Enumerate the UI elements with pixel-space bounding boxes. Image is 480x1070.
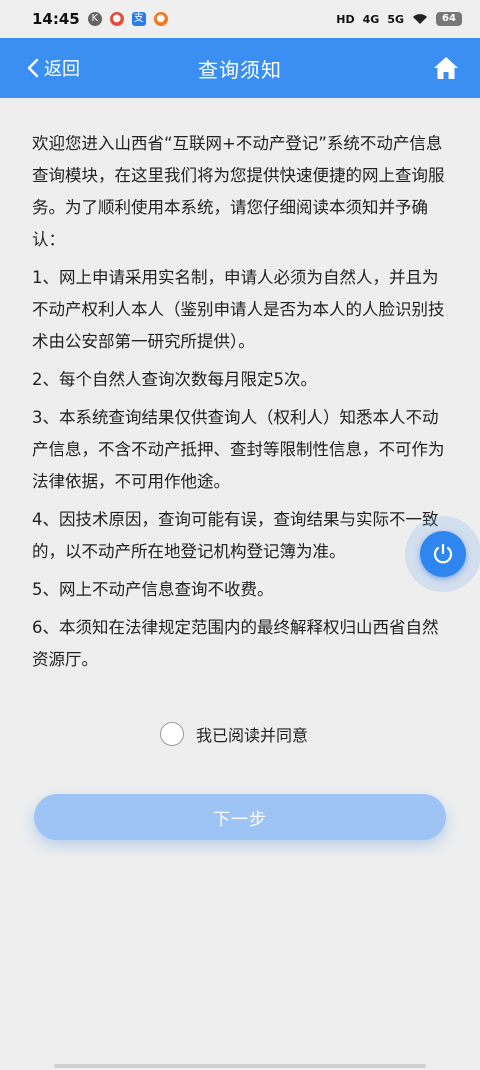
status-bar-left: 14:45 K ● 支 ● [32,10,168,28]
notice-item-2: 2、每个自然人查询次数每月限定5次。 [32,370,317,389]
floating-power-button[interactable] [405,516,480,592]
floating-button-core [420,531,466,577]
status-bar: 14:45 K ● 支 ● HD 4G 5G 64 [0,0,480,38]
weibo-icon: ● [109,12,124,26]
agreement-radio[interactable] [160,722,184,746]
notice-content: 欢迎您进入山西省“互联网+不动产登记”系统不动产信息查询模块，在这里我们将为您提… [32,128,452,682]
notice-item-3: 3、本系统查询结果仅供查询人（权利人）知悉本人不动产信息，不含不动产抵押、查封等… [32,408,445,491]
chevron-left-icon [27,58,39,78]
signal-4g-icon: 4G [362,12,380,26]
notification-k-icon: K [87,12,102,26]
power-icon [433,543,453,564]
page-title: 查询须知 [198,57,282,82]
app-notification-icon: ● [153,12,168,26]
home-icon[interactable] [432,54,460,82]
agreement-label: 我已阅读并同意 [196,726,309,745]
status-bar-right: HD 4G 5G 64 [336,12,462,26]
battery-icon: 64 [436,12,462,26]
hd-icon: HD [336,12,355,26]
notice-item-6: 6、本须知在法律规定范围内的最终解释权归山西省自然资源厅。 [32,618,439,669]
notice-item-4: 4、因技术原因，查询可能有误，查询结果与实际不一致的，以不动产所在地登记机构登记… [32,510,439,561]
notice-item-1: 1、网上申请采用实名制，申请人必须为自然人，并且为不动产权利人本人（鉴别申请人是… [32,268,445,351]
nav-bar: 返回 查询须知 [0,38,480,98]
agreement-checkbox-row[interactable]: 我已阅读并同意 [160,722,308,746]
next-step-button[interactable]: 下一步 [34,794,446,840]
notice-intro: 欢迎您进入山西省“互联网+不动产登记”系统不动产信息查询模块，在这里我们将为您提… [32,134,445,249]
signal-5g-icon: 5G [387,12,404,26]
clock: 14:45 [32,10,80,28]
notice-item-5: 5、网上不动产信息查询不收费。 [32,580,274,599]
wifi-icon [413,14,427,24]
alipay-icon: 支 [131,12,146,26]
back-button[interactable]: 返回 [26,38,80,98]
back-label: 返回 [44,59,80,80]
gesture-bar [54,1064,426,1068]
